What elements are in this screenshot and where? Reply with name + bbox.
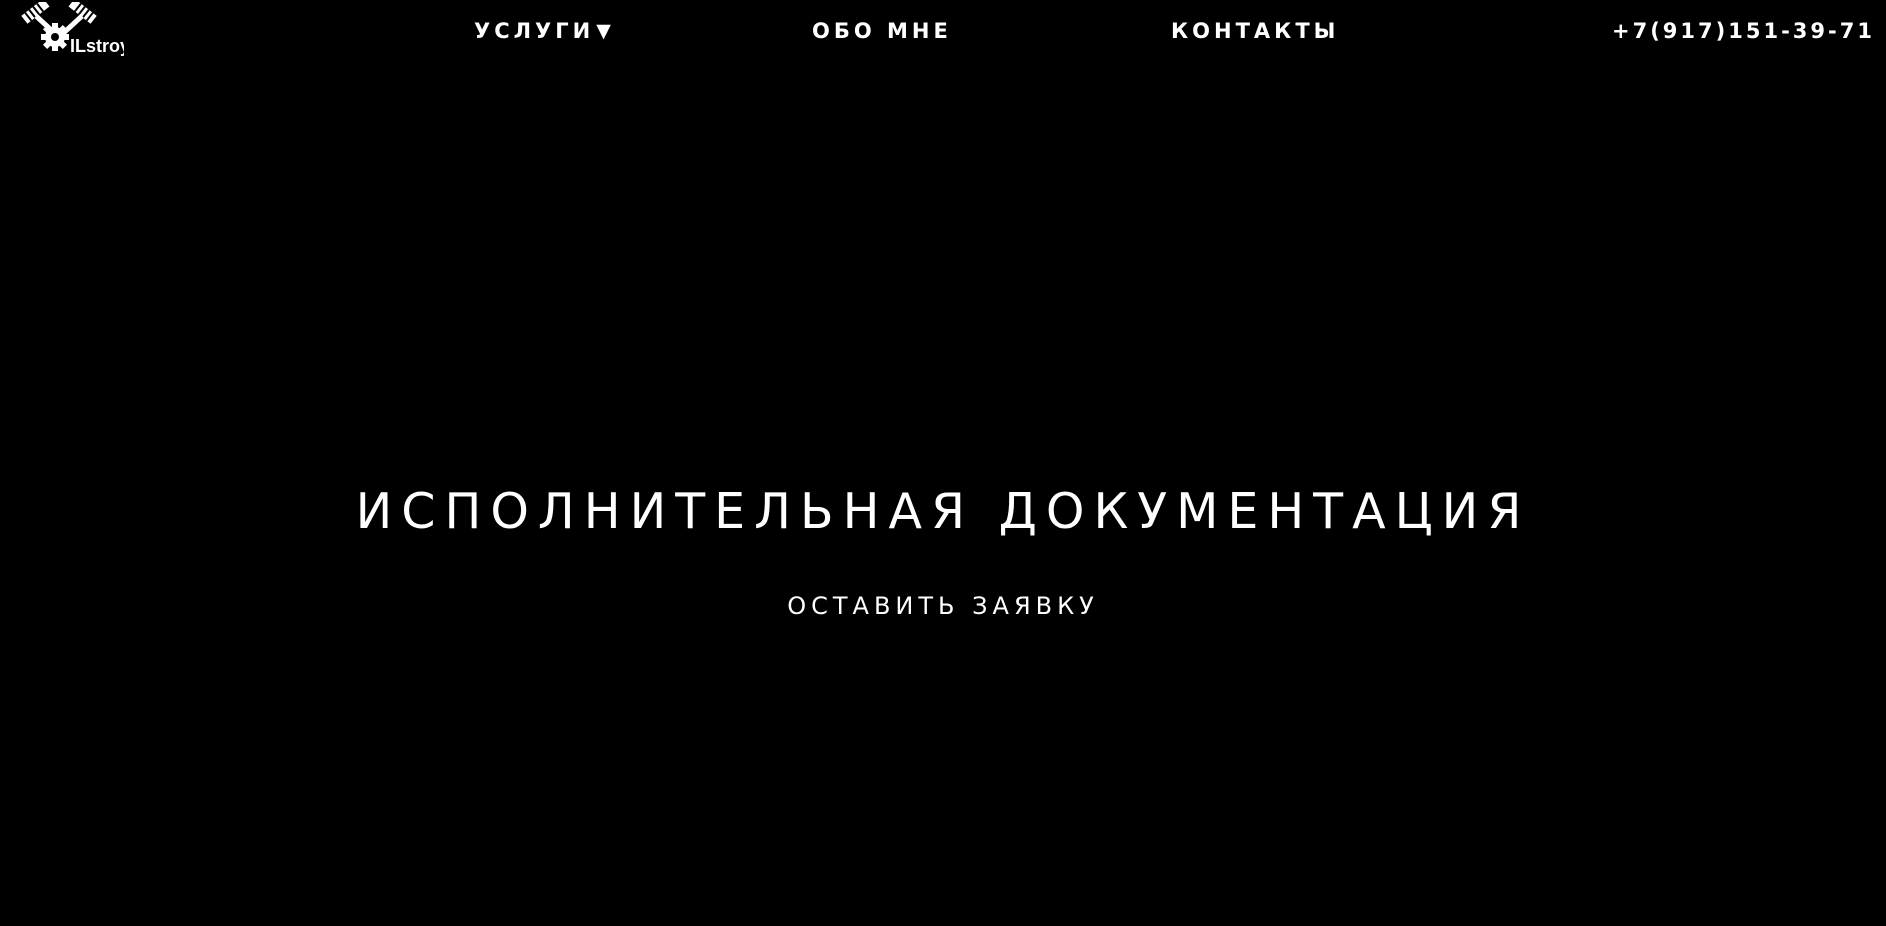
site-header: ILstroy УСЛУГИ▼ ОБО МНЕ КОНТАКТЫ +7(917)… <box>0 0 1886 62</box>
site-logo[interactable]: ILstroy <box>20 2 124 56</box>
leave-request-button[interactable]: ОСТАВИТЬ ЗАЯВКУ <box>763 585 1123 627</box>
logo-text: ILstroy <box>70 36 124 56</box>
nav-services[interactable]: УСЛУГИ ▼ <box>474 17 611 45</box>
crossed-hammers-gear-icon: ILstroy <box>21 2 124 56</box>
nav-services-label: УСЛУГИ <box>474 19 595 43</box>
nav-contacts[interactable]: КОНТАКТЫ <box>1171 17 1339 45</box>
chevron-down-icon: ▼ <box>596 20 611 42</box>
nav-about[interactable]: ОБО МНЕ <box>812 17 952 45</box>
hero-title: ИСПОЛНИТЕЛЬНАЯ ДОКУМЕНТАЦИЯ <box>355 483 1531 540</box>
phone-link[interactable]: +7(917)151-39-71 <box>1612 17 1875 45</box>
